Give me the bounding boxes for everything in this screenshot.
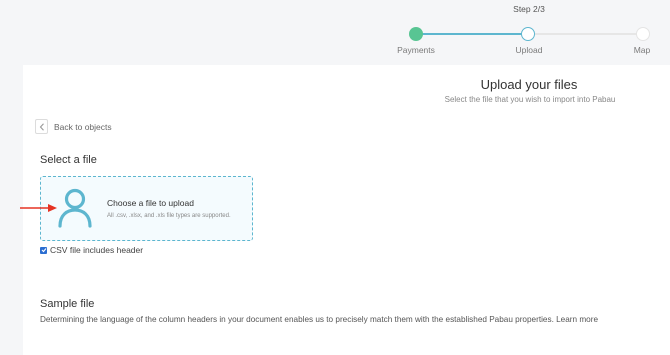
learn-more-link[interactable]: Learn more — [556, 315, 598, 324]
select-file-heading: Select a file — [40, 154, 97, 166]
csv-header-checkbox[interactable] — [40, 246, 47, 254]
sample-file-heading: Sample file — [40, 298, 95, 310]
dropzone-title: Choose a file to upload — [107, 198, 194, 208]
dropzone-hint: All .csv, .xlsx, and .xls file types are… — [107, 213, 231, 219]
user-icon — [57, 188, 93, 233]
file-dropzone[interactable]: Choose a file to upload All .csv, .xlsx,… — [40, 176, 253, 241]
step-dot-payments — [409, 27, 423, 41]
page-title: Upload your files — [480, 77, 578, 92]
step-dot-upload — [521, 27, 535, 41]
step-count: Step 2/3 — [513, 4, 545, 14]
step-label-map: Map — [633, 45, 651, 55]
step-label-upload: Upload — [515, 45, 543, 55]
stepper-line-pending — [535, 33, 637, 35]
back-link-label: Back to objects — [54, 121, 112, 132]
step-dot-map — [636, 27, 650, 41]
progress-stepper: Payments Upload Map — [0, 27, 670, 57]
sample-file-text: Determining the language of the column h… — [40, 315, 554, 324]
csv-header-option: CSV file includes header — [40, 245, 143, 255]
step-label-payments: Payments — [397, 45, 435, 55]
back-to-objects-link[interactable]: Back to objects — [35, 119, 112, 134]
page-subtitle: Select the file that you wish to import … — [444, 95, 616, 104]
sample-file-description: Determining the language of the column h… — [40, 315, 598, 324]
csv-header-label: CSV file includes header — [50, 245, 144, 255]
stepper-line-completed — [420, 33, 522, 35]
chevron-left-icon — [35, 119, 48, 134]
red-arrow-icon — [20, 200, 58, 218]
